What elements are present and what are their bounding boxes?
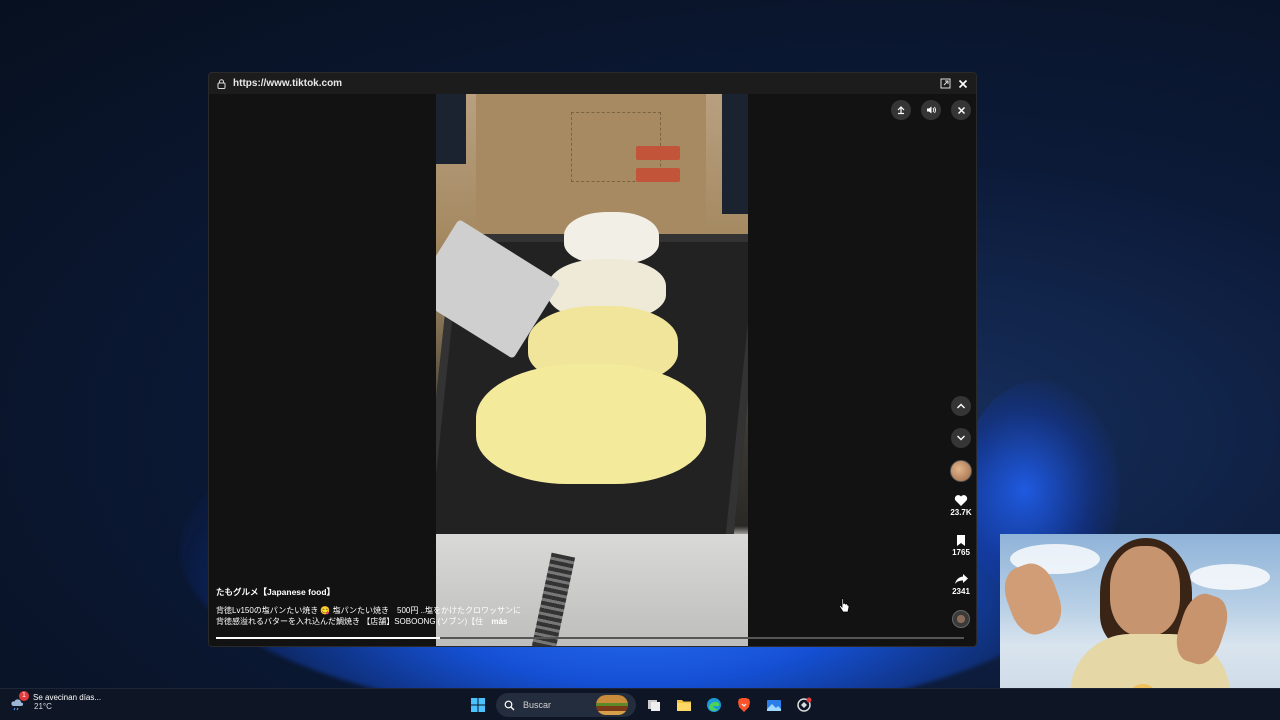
share-icon [954,574,968,584]
next-video-button[interactable] [951,428,971,448]
task-view-icon [648,700,660,711]
video-bun [564,212,659,264]
lock-icon [217,78,227,89]
tiktok-popup-window: https://www.tiktok.com 23.7K 1765 2341 た… [208,72,977,647]
save-button[interactable]: 1765 [941,532,976,557]
like-button[interactable]: 23.7K [941,492,976,517]
close-video-button[interactable] [951,100,971,120]
weather-temp: 21°C [34,702,52,711]
creator-avatar[interactable] [950,460,972,482]
bookmark-icon [957,534,965,546]
task-view-button[interactable] [642,693,666,717]
weather-widget[interactable]: 1 Se avecinan días... 21°C [10,691,102,711]
more-link[interactable]: más [491,617,507,626]
search-highlight-burger-icon [596,695,628,715]
taskbar-search[interactable]: Buscar [496,693,636,717]
popout-icon[interactable] [938,77,952,91]
video-author[interactable]: たもグルメ【Japanese food】 [216,586,536,598]
weather-icon: 1 [10,691,29,711]
windows-logo-icon [471,698,485,712]
photos-icon [767,699,781,711]
close-icon[interactable] [956,77,970,91]
app-button[interactable] [792,693,816,717]
video-player[interactable] [436,94,748,646]
share-count: 2341 [952,587,970,596]
search-icon [504,700,515,711]
webcam-cloud [1190,564,1270,590]
video-apron-tag-2 [636,168,680,182]
video-bun [476,364,706,484]
windows-taskbar: 1 Se avecinan días... 21°C Buscar [0,688,1280,720]
video-stage: 23.7K 1765 2341 たもグルメ【Japanese food】 背徳L… [209,94,976,646]
previous-video-button[interactable] [951,396,971,416]
edge-button[interactable] [702,693,726,717]
popup-titlebar: https://www.tiktok.com [209,73,976,94]
video-caption: たもグルメ【Japanese food】 背徳Lv150の塩パンたい焼き 😋 塩… [216,586,536,627]
video-sleeve [436,94,466,164]
brave-browser-icon [738,698,750,712]
hand-cursor-icon [838,598,850,613]
picture-in-picture-icon [897,106,905,115]
popup-url: https://www.tiktok.com [233,78,343,89]
file-explorer-button[interactable] [672,693,696,717]
video-description-line2: 背徳感溢れるバターを入れ込んだ鯛焼き 【店舗】SOBOONG (ソブン)【住 [216,617,484,626]
heart-icon [954,494,968,506]
chevron-up-icon [957,403,965,409]
volume-icon [926,106,936,114]
video-progress-bar[interactable] [216,637,964,639]
picture-in-picture-button[interactable] [891,100,911,120]
folder-icon [677,700,691,711]
save-count: 1765 [952,548,970,557]
start-button[interactable] [466,693,490,717]
volume-button[interactable] [921,100,941,120]
video-sleeve-right [722,94,748,214]
webcam-person-head [1110,546,1180,636]
edge-browser-icon [707,698,721,712]
music-disc[interactable] [952,610,970,628]
chevron-down-icon [957,435,965,441]
video-apron-tag [636,146,680,160]
share-button[interactable]: 2341 [941,571,976,596]
weather-badge: 1 [19,691,29,701]
brave-button[interactable] [732,693,756,717]
video-description-line1: 背徳Lv150の塩パンたい焼き 😋 塩パンたい焼き 500円 ..塩をかけたクロ… [216,606,522,615]
weather-text: Se avecinan días... [33,693,102,702]
app-icon [797,697,812,712]
video-progress-fill [216,637,441,639]
photos-button[interactable] [762,693,786,717]
like-count: 23.7K [950,508,972,517]
close-icon [957,106,965,114]
search-placeholder: Buscar [523,700,552,710]
